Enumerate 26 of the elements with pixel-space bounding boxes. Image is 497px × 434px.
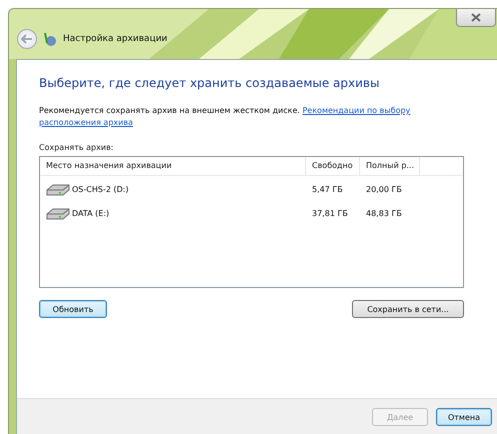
drive-name: DATA (E:) xyxy=(72,208,110,218)
total-size: 20,00 ГБ xyxy=(365,184,403,194)
list-label: Сохранять архив: xyxy=(39,143,114,152)
drive-icon xyxy=(46,182,70,196)
drive-name: OS-CHS-2 (D:) xyxy=(72,184,129,194)
column-header[interactable]: Полный р... xyxy=(360,157,420,175)
close-icon xyxy=(471,13,481,22)
close-button[interactable] xyxy=(456,9,496,27)
free-space: 37,81 ГБ xyxy=(311,208,349,218)
window-title: Настройка архивации xyxy=(63,34,168,44)
description-text: Рекомендуется сохранять архив на внешнем жестком диске. xyxy=(39,106,300,115)
page-heading: Выберите, где следует хранить создаваемые архивы xyxy=(39,76,380,90)
footer-button[interactable]: Отмена xyxy=(436,408,492,426)
total-size: 48,83 ГБ xyxy=(365,208,403,218)
free-space: 5,47 ГБ xyxy=(311,184,344,194)
save-to-network-button[interactable]: Сохранить в сети... xyxy=(352,300,464,318)
back-arrow-icon xyxy=(21,34,33,44)
backup-icon xyxy=(42,31,58,47)
recommendations-link[interactable]: Рекомендации по выбору xyxy=(302,106,410,115)
drive-row[interactable]: DATA (E:) 37,81 ГБ 48,83 ГБ xyxy=(40,202,463,224)
drive-icon xyxy=(46,206,70,220)
drive-row[interactable]: OS-CHS-2 (D:) 5,47 ГБ 20,00 ГБ xyxy=(40,178,463,200)
column-header[interactable]: Место назначения архивации xyxy=(40,157,306,175)
refresh-button[interactable]: Обновить xyxy=(39,300,107,318)
column-header[interactable]: Свободно xyxy=(306,157,360,175)
recommendations-link[interactable]: расположения архива xyxy=(39,118,133,127)
